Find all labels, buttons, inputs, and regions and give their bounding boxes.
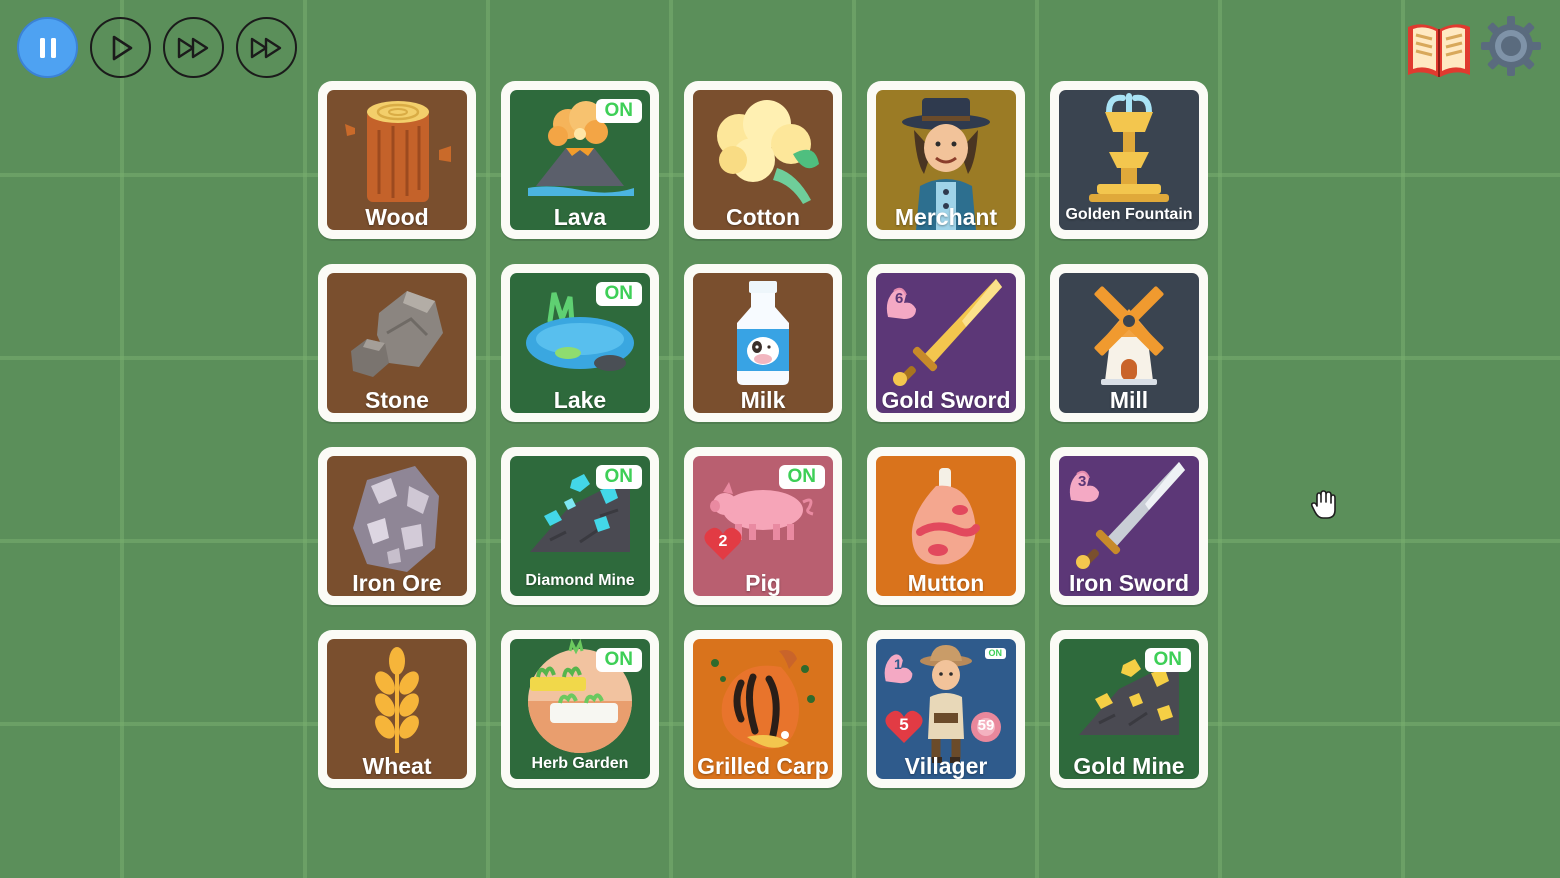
recipe-book-icon [1408,24,1470,77]
card-label: Stone [365,387,429,413]
card-mill[interactable]: Mill [1050,264,1208,422]
fast-forward-icon [177,37,208,58]
card-lake[interactable]: ON Lake [501,264,659,422]
recipe-book-button[interactable] [1404,13,1474,83]
card-face: Mill [1059,273,1199,413]
card-face: Milk [693,273,833,413]
faster-forward-button[interactable] [236,17,297,78]
card-label: Merchant [894,204,998,230]
card-grid: Wood ON Lava Cotton Merchant Golden Foun… [318,81,1208,788]
card-milk[interactable]: Milk [684,264,842,422]
card-label: Pig [745,570,781,596]
card-golden-fountain[interactable]: Golden Fountain [1050,81,1208,239]
card-wood[interactable]: Wood [318,81,476,239]
card-herb-garden[interactable]: ON Herb Garden [501,630,659,788]
card-face: Merchant [876,90,1016,230]
card-gold-sword[interactable]: 6 Gold Sword [867,264,1025,422]
on-badge: ON [595,465,642,489]
card-label: Iron Sword [1068,570,1190,596]
card-mutton[interactable]: Mutton [867,447,1025,605]
card-merchant[interactable]: Merchant [867,81,1025,239]
attack-value: 3 [1078,473,1087,490]
card-face: 3 Iron Sword [1059,456,1199,596]
pause-icon [39,37,56,58]
card-face: ON Lava [510,90,650,230]
card-label: Cotton [725,204,801,230]
card-label: Herb Garden [531,755,629,772]
card-label: Mill [1109,387,1149,413]
card-cotton[interactable]: Cotton [684,81,842,239]
health-value: 2 [718,533,728,550]
card-face: Stone [327,273,467,413]
card-face: Golden Fountain [1059,90,1199,230]
card-gold-mine[interactable]: ON Gold Mine [1050,630,1208,788]
card-label: Grilled Carp [697,753,829,779]
play-button[interactable] [90,17,151,78]
card-iron-sword[interactable]: 3 Iron Sword [1050,447,1208,605]
card-label: Gold Mine [1073,753,1185,779]
on-badge: ON [595,648,642,672]
on-badge: ON [984,648,1006,659]
settings-button[interactable] [1478,13,1548,83]
gear-icon [1481,16,1541,76]
card-face: Mutton [876,456,1016,596]
card-lava[interactable]: ON Lava [501,81,659,239]
faster-forward-icon [250,37,281,58]
card-label: Diamond Mine [525,572,635,589]
attack-value: 1 [894,656,902,672]
card-label: Lake [553,387,607,413]
card-label: Lava [553,204,607,230]
food-value: 59 [977,717,995,734]
on-badge: ON [595,99,642,123]
card-diamond-mine[interactable]: ON Diamond Mine [501,447,659,605]
card-label: Mutton [907,570,985,596]
card-face: 6 Gold Sword [876,273,1016,413]
card-label: Gold Sword [881,387,1011,413]
card-face: Cotton [693,90,833,230]
card-label: Iron Ore [352,570,442,596]
card-face: ON Diamond Mine [510,456,650,596]
card-face: Grilled Carp [693,639,833,779]
card-label: Milk [740,387,786,413]
card-label: Golden Fountain [1065,206,1193,223]
on-badge: ON [1144,648,1191,672]
on-badge: ON [778,465,825,489]
card-label: Villager [904,753,988,779]
card-face: 2 ON Pig [693,456,833,596]
card-face: Wheat [327,639,467,779]
play-icon [112,35,132,60]
card-label: Wheat [362,753,432,779]
card-iron-ore[interactable]: Iron Ore [318,447,476,605]
card-face: ON Lake [510,273,650,413]
attack-value: 6 [895,290,904,307]
card-grilled-carp[interactable]: Grilled Carp [684,630,842,788]
card-face: ON Gold Mine [1059,639,1199,779]
hand-cursor-icon [1311,490,1336,519]
health-value: 5 [899,715,909,734]
on-badge: ON [595,282,642,306]
card-face: Wood [327,90,467,230]
pause-button[interactable] [17,17,78,78]
card-stone[interactable]: Stone [318,264,476,422]
card-pig[interactable]: 2 ON Pig [684,447,842,605]
card-wheat[interactable]: Wheat [318,630,476,788]
card-face: 1 5 59 ON Villager [876,639,1016,779]
card-label: Wood [365,204,429,230]
card-villager[interactable]: 1 5 59 ON Villager [867,630,1025,788]
fast-forward-button[interactable] [163,17,224,78]
card-face: ON Herb Garden [510,639,650,779]
card-face: Iron Ore [327,456,467,596]
